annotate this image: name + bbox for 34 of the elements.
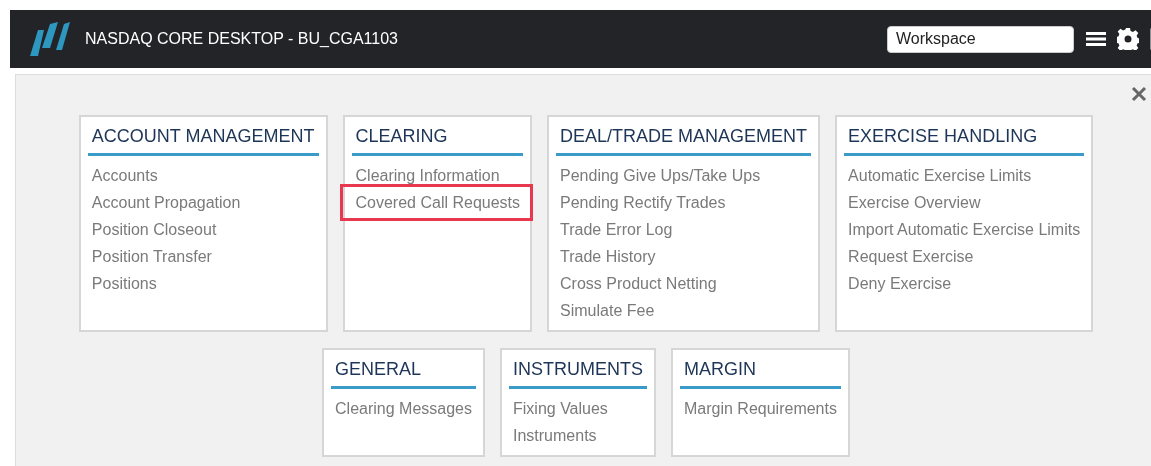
- section-title: CLEARING: [351, 124, 524, 156]
- menu-link[interactable]: Clearing Messages: [331, 395, 476, 422]
- section-title: EXERCISE HANDLING: [844, 124, 1085, 156]
- menu-link[interactable]: Pending Rectify Trades: [556, 189, 812, 216]
- logo-icon: [30, 22, 70, 56]
- menu-icon[interactable]: [1086, 31, 1106, 47]
- app-title: NASDAQ CORE DESKTOP - BU_CGA1103: [85, 30, 398, 48]
- menu-link[interactable]: Pending Give Ups/Take Ups: [556, 162, 812, 189]
- menu-link[interactable]: Import Automatic Exercise Limits: [844, 216, 1085, 243]
- close-icon[interactable]: [1131, 86, 1147, 102]
- menu-link[interactable]: Deny Exercise: [844, 270, 1085, 297]
- section-title: DEAL/TRADE MANAGEMENT: [556, 124, 812, 156]
- menu-link[interactable]: Covered Call Requests: [339, 184, 534, 221]
- section-title: MARGIN: [680, 357, 841, 389]
- menu-link[interactable]: Fixing Values: [509, 395, 647, 422]
- section-title: ACCOUNT MANAGEMENT: [87, 124, 319, 156]
- menu-link[interactable]: Automatic Exercise Limits: [844, 162, 1085, 189]
- workspace-field[interactable]: Workspace: [887, 25, 1074, 53]
- menu-link[interactable]: Accounts: [87, 162, 319, 189]
- menu-link[interactable]: Exercise Overview: [844, 189, 1085, 216]
- menu-link[interactable]: Position Transfer: [87, 243, 319, 270]
- menu-link[interactable]: Position Closeout: [87, 216, 319, 243]
- menu-link[interactable]: Account Propagation: [87, 189, 319, 216]
- menu-link[interactable]: Positions: [87, 270, 319, 297]
- menu-link[interactable]: Instruments: [509, 422, 647, 449]
- menu-link[interactable]: Cross Product Netting: [556, 270, 812, 297]
- menu-link[interactable]: Trade History: [556, 243, 812, 270]
- menu-link[interactable]: Request Exercise: [844, 243, 1085, 270]
- section-title: GENERAL: [331, 357, 476, 389]
- settings-icon[interactable]: [1117, 28, 1139, 50]
- menu-link[interactable]: Simulate Fee: [556, 297, 812, 324]
- menu-link[interactable]: Margin Requirements: [680, 395, 841, 422]
- menu-link[interactable]: Trade Error Log: [556, 216, 812, 243]
- section-title: INSTRUMENTS: [509, 357, 647, 389]
